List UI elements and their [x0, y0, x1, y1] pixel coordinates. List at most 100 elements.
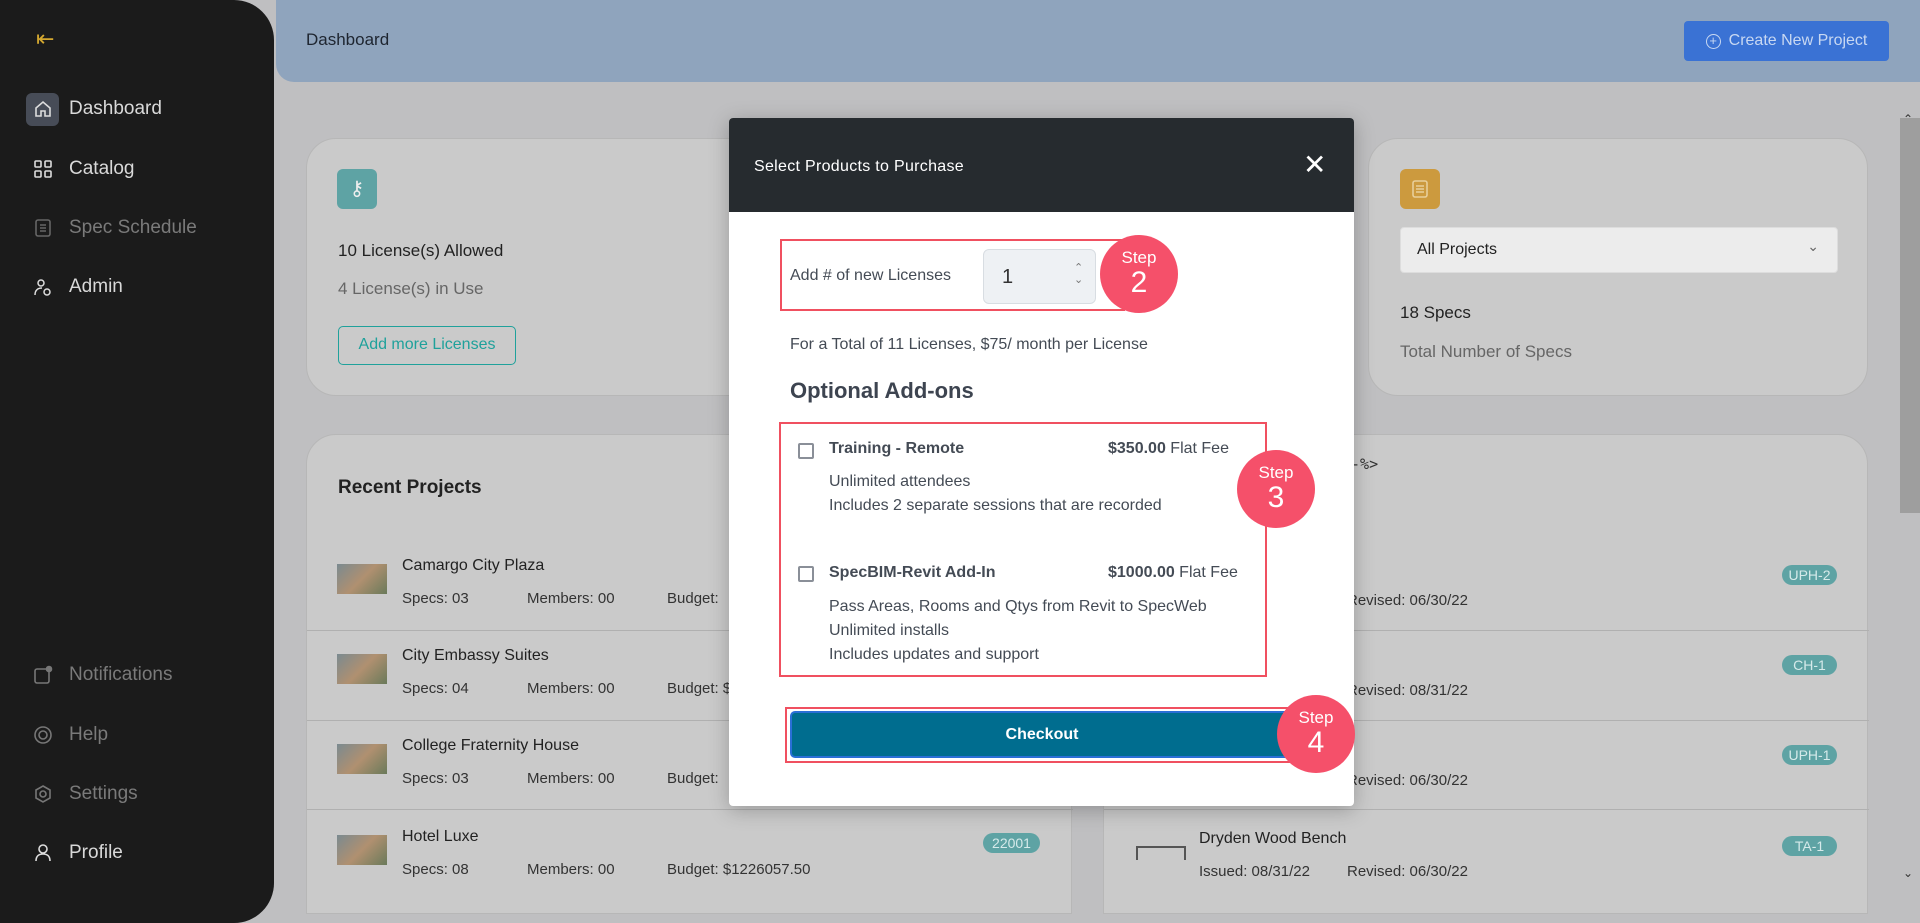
scroll-up-icon[interactable]: ⌃	[1903, 112, 1913, 126]
purchase-modal: Select Products to Purchase ✕ Add # of n…	[729, 118, 1355, 806]
page-title: Dashboard	[306, 30, 390, 49]
user-icon	[26, 837, 59, 870]
scroll-down-icon[interactable]: ⌄	[1903, 866, 1913, 880]
plus-circle-icon: +	[1705, 33, 1721, 49]
recent-projects-title: Recent Projects	[338, 477, 482, 498]
project-name[interactable]: College Fraternity House	[402, 737, 579, 755]
licenses-allowed: 10 License(s) Allowed	[338, 241, 504, 260]
specs-card: All Projects ⌄ 18 Specs Total Number of …	[1368, 138, 1868, 396]
addon-price: $350.00 Flat Fee	[1108, 440, 1229, 457]
close-icon[interactable]: ✕	[1303, 148, 1326, 181]
addon-price: $1000.00 Flat Fee	[1108, 564, 1238, 581]
project-members: Members: 00	[527, 680, 615, 697]
training-remote-checkbox[interactable]	[798, 443, 814, 459]
project-thumbnail	[337, 835, 387, 865]
add-more-licenses-button[interactable]: Add more Licenses	[338, 326, 516, 365]
notification-icon	[26, 659, 59, 692]
sidebar-item-dashboard[interactable]: Dashboard	[26, 92, 162, 126]
user-gear-icon	[26, 271, 59, 304]
licenses-in-use: 4 License(s) in Use	[338, 279, 484, 298]
spec-name[interactable]: Dryden Wood Bench	[1199, 830, 1346, 848]
step-3-badge: Step 3	[1237, 450, 1315, 528]
document-icon	[1400, 169, 1440, 209]
project-budget: Budget:	[667, 770, 719, 787]
addon-detail: Unlimited attendees	[829, 473, 971, 490]
sidebar-item-label: Help	[69, 724, 109, 745]
sidebar-item-label: Spec Schedule	[69, 217, 197, 238]
spec-revised: Revised: 08/31/22	[1347, 682, 1468, 699]
spec-badge: CH-1	[1782, 655, 1837, 675]
create-new-project-button[interactable]: + Create New Project	[1684, 21, 1889, 61]
project-members: Members: 00	[527, 861, 615, 878]
spec-badge: TA-1	[1782, 836, 1837, 856]
top-header: Dashboard + Create New Project	[276, 0, 1920, 82]
addon-detail: Unlimited installs	[829, 622, 950, 639]
sidebar-item-label: Admin	[69, 276, 123, 297]
sidebar-item-label: Notifications	[69, 664, 173, 685]
chevron-down-icon: ⌄	[1807, 238, 1819, 254]
select-value: All Projects	[1417, 241, 1498, 258]
quantity-value: 1	[1002, 266, 1014, 288]
gear-icon	[26, 778, 59, 811]
project-thumbnail	[337, 564, 387, 594]
modal-title: Select Products to Purchase	[754, 158, 964, 175]
sidebar-item-spec-schedule[interactable]: Spec Schedule	[26, 211, 197, 245]
project-specs: Specs: 03	[402, 770, 469, 787]
addon-detail: Includes 2 separate sessions that are re…	[829, 497, 1162, 514]
checkout-button[interactable]: Checkout	[790, 711, 1294, 758]
sidebar-item-profile[interactable]: Profile	[26, 836, 123, 870]
step-2-badge: Step 2	[1100, 235, 1178, 313]
sidebar-item-label: Profile	[69, 842, 123, 863]
sidebar-item-admin[interactable]: Admin	[26, 270, 123, 304]
project-badge: 22001	[983, 833, 1040, 853]
project-name[interactable]: City Embassy Suites	[402, 647, 549, 665]
create-button-label: Create New Project	[1728, 32, 1868, 49]
project-budget: Budget: $1226057.50	[667, 861, 811, 878]
grid-icon	[26, 153, 59, 186]
modal-header: Select Products to Purchase ✕	[729, 118, 1354, 212]
spec-revised: Revised: 06/30/22	[1347, 772, 1468, 789]
sidebar-item-catalog[interactable]: Catalog	[26, 152, 135, 186]
project-budget: Budget:	[667, 590, 719, 607]
spec-badge: UPH-2	[1782, 565, 1837, 585]
project-thumbnail	[337, 654, 387, 684]
project-thumbnail	[337, 744, 387, 774]
sidebar-item-label: Dashboard	[69, 98, 162, 119]
collapse-sidebar-icon[interactable]: ⇤	[36, 26, 54, 52]
project-budget: Budget: $	[667, 680, 732, 697]
licenses-quantity-stepper[interactable]: 1 ⌃ ⌄	[983, 249, 1096, 304]
sidebar-item-notifications[interactable]: Notifications	[26, 658, 173, 692]
project-specs: Specs: 08	[402, 861, 469, 878]
sidebar-item-settings[interactable]: Settings	[26, 777, 138, 811]
project-specs: Specs: 04	[402, 680, 469, 697]
project-members: Members: 00	[527, 590, 615, 607]
sidebar: ⇤ Dashboard Catalog Spec Schedule Admin …	[0, 0, 274, 923]
addon-name: Training - Remote	[829, 440, 965, 457]
spec-revised: Revised: 06/30/22	[1347, 863, 1468, 880]
home-icon	[26, 92, 59, 126]
project-name[interactable]: Camargo City Plaza	[402, 557, 544, 575]
specs-label: Total Number of Specs	[1400, 342, 1572, 361]
sidebar-item-help[interactable]: Help	[26, 718, 108, 752]
sidebar-item-label: Catalog	[69, 158, 135, 179]
spec-revised: Revised: 06/30/22	[1347, 592, 1468, 609]
bench-thumbnail	[1136, 846, 1186, 860]
addon-detail: Pass Areas, Rooms and Qtys from Revit to…	[829, 598, 1207, 615]
key-icon: ⚷	[337, 169, 377, 209]
specbim-revit-checkbox[interactable]	[798, 566, 814, 582]
project-specs: Specs: 03	[402, 590, 469, 607]
spec-badge: UPH-1	[1782, 745, 1837, 765]
addon-detail: Includes updates and support	[829, 646, 1039, 663]
addons-title: Optional Add-ons	[790, 378, 974, 403]
document-icon	[26, 212, 59, 245]
sidebar-item-label: Settings	[69, 783, 138, 804]
project-members: Members: 00	[527, 770, 615, 787]
lifebuoy-icon	[26, 719, 59, 752]
specs-count: 18 Specs	[1400, 303, 1471, 322]
scrollbar-thumb[interactable]	[1900, 118, 1920, 513]
stepper-arrows-icon[interactable]: ⌃ ⌄	[1074, 262, 1083, 286]
step-4-badge: Step 4	[1277, 695, 1355, 773]
project-name[interactable]: Hotel Luxe	[402, 828, 479, 846]
addon-name: SpecBIM-Revit Add-In	[829, 564, 996, 581]
project-filter-select[interactable]: All Projects ⌄	[1400, 227, 1838, 273]
